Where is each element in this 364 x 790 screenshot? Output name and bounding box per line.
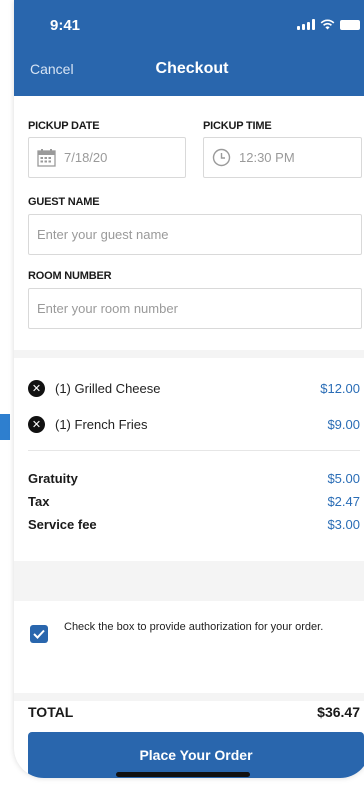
item-label: (1) French Fries [55,417,148,432]
room-number-label: ROOM NUMBER [28,270,112,282]
status-icons [297,19,360,30]
guest-name-input[interactable]: Enter your guest name [28,214,362,255]
wifi-icon [320,19,335,30]
accent-strip [0,414,10,440]
authorization-section: Check the box to provide authorization f… [14,601,364,673]
fee-row-gratuity: Gratuity $5.00 [28,471,360,486]
total-label: TOTAL [28,704,74,720]
order-items-list: ✕ (1) Grilled Cheese $12.00 ✕ (1) French… [14,358,364,450]
pickup-date-field[interactable]: 7/18/20 [28,137,186,178]
header: 9:41 Cancel Checkout [14,0,364,96]
status-bar: 9:41 [14,0,364,52]
section-divider [14,693,364,701]
fees-summary: Gratuity $5.00 Tax $2.47 Service fee $3.… [14,451,364,561]
item-label: (1) Grilled Cheese [55,381,161,396]
authorization-text: Check the box to provide authorization f… [64,621,324,633]
pickup-time-value: 12:30 PM [239,150,295,165]
room-number-input[interactable]: Enter your room number [28,288,362,329]
status-time: 9:41 [50,17,81,34]
remove-icon[interactable]: ✕ [28,416,45,433]
checkout-form: PICKUP DATE 7/18/20 PICKUP TIME 12:30 PM… [14,96,364,350]
nav-bar: Cancel Checkout [14,52,364,96]
fee-value: $3.00 [327,517,360,532]
pickup-time-field[interactable]: 12:30 PM [203,137,362,178]
calendar-icon [37,148,56,167]
pickup-date-value: 7/18/20 [64,150,108,165]
section-divider [14,350,364,358]
pickup-time-label: PICKUP TIME [203,120,272,132]
fee-value: $5.00 [327,471,360,486]
fee-value: $2.47 [327,494,360,509]
section-divider [14,561,364,601]
battery-icon [340,19,360,30]
pickup-date-label: PICKUP DATE [28,120,100,132]
signal-icon [297,19,315,30]
fee-label: Gratuity [28,471,78,486]
clock-icon [212,148,231,167]
check-icon [33,629,45,639]
item-price: $9.00 [327,417,360,432]
remove-icon[interactable]: ✕ [28,380,45,397]
list-item: ✕ (1) French Fries $9.00 [28,416,360,433]
item-price: $12.00 [320,381,360,396]
list-item: ✕ (1) Grilled Cheese $12.00 [28,380,360,397]
phone-screen: 9:41 Cancel Checkout PICKUP DATE 7/18/20… [14,0,364,778]
fee-row-service-fee: Service fee $3.00 [28,517,360,532]
total-row: TOTAL $36.47 [28,704,360,720]
home-indicator [116,772,250,777]
page-title: Checkout [155,60,229,77]
fee-label: Service fee [28,517,97,532]
total-value: $36.47 [317,704,360,720]
fee-label: Tax [28,494,50,509]
fee-row-tax: Tax $2.47 [28,494,360,509]
authorization-checkbox[interactable] [30,625,48,643]
guest-name-label: GUEST NAME [28,196,100,208]
